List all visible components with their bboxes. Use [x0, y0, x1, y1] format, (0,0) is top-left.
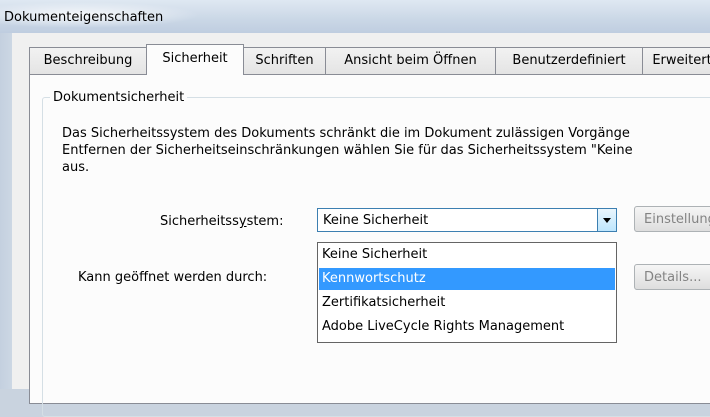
tab-erweitert[interactable]: Erweitert	[642, 47, 710, 74]
title-bar: Dokumenteigenschaften	[0, 0, 710, 33]
option-keine-sicherheit[interactable]: Keine Sicherheit	[319, 244, 615, 266]
security-system-dropdown-list: Keine Sicherheit Kennwortschutz Zertifik…	[317, 242, 617, 343]
security-system-selected: Keine Sicherheit	[323, 213, 429, 228]
security-description: Das Sicherheitssystem des Dokuments schr…	[62, 125, 710, 176]
security-system-combobox[interactable]: Keine Sicherheit	[317, 208, 617, 232]
open-by-label: Kann geöffnet werden durch:	[78, 270, 268, 285]
group-title: Dokumentsicherheit	[50, 90, 188, 105]
tab-ansicht-beim-oeffnen[interactable]: Ansicht beim Öffnen	[325, 47, 496, 74]
option-adobe-livecycle-rights-management[interactable]: Adobe LiveCycle Rights Management	[319, 316, 615, 338]
description-line-1: Das Sicherheitssystem des Dokuments schr…	[62, 126, 630, 141]
tab-schriften[interactable]: Schriften	[243, 47, 326, 74]
option-zertifikatsicherheit[interactable]: Zertifikatsicherheit	[319, 292, 615, 314]
security-system-label-mnemonic: y	[238, 214, 247, 229]
security-system-label-part-2: stem:	[246, 214, 284, 229]
security-system-label: Sicherheitssystem:	[160, 214, 283, 229]
description-line-3: aus.	[62, 160, 90, 175]
details-button[interactable]: Details...	[634, 264, 710, 290]
chevron-down-icon[interactable]	[597, 209, 616, 231]
settings-button[interactable]: Einstellungen...	[634, 206, 710, 232]
window-title: Dokumenteigenschaften	[4, 10, 164, 25]
tab-sicherheit[interactable]: Sicherheit	[146, 44, 244, 75]
tab-benutzerdefiniert[interactable]: Benutzerdefiniert	[495, 47, 643, 74]
window-frame-left	[0, 33, 12, 389]
tab-beschreibung[interactable]: Beschreibung	[29, 47, 147, 74]
option-kennwortschutz[interactable]: Kennwortschutz	[319, 268, 615, 290]
description-line-2: Entfernen der Sicherheitseinschränkungen…	[62, 143, 633, 158]
security-system-label-part-1: Sicherheitss	[160, 214, 239, 229]
